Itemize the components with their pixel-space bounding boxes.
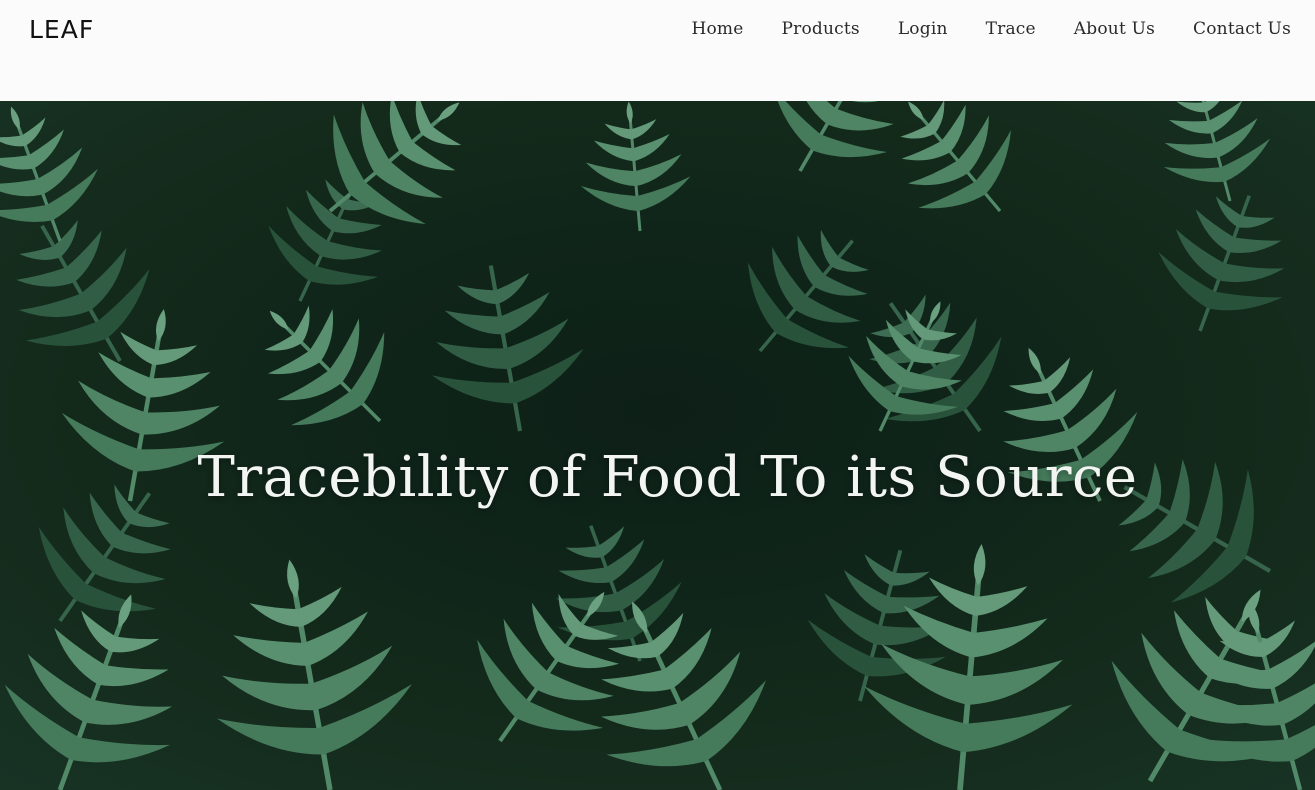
nav-home-link[interactable]: Home bbox=[691, 19, 743, 39]
main-nav: Home Products Login Trace About Us Conta… bbox=[653, 19, 1291, 39]
site-logo[interactable]: LEAF bbox=[29, 15, 94, 44]
nav-login-link[interactable]: Login bbox=[898, 19, 948, 39]
nav-trace-link[interactable]: Trace bbox=[986, 19, 1036, 39]
nav-contact-link[interactable]: Contact Us bbox=[1193, 19, 1291, 39]
nav-about-link[interactable]: About Us bbox=[1074, 19, 1155, 39]
hero-title: Tracebility of Food To its Source bbox=[197, 445, 1138, 510]
site-header: LEAF Home Products Login Trace About Us … bbox=[0, 0, 1315, 101]
nav-products-link[interactable]: Products bbox=[782, 19, 860, 39]
hero-banner: Tracebility of Food To its Source bbox=[0, 101, 1315, 790]
